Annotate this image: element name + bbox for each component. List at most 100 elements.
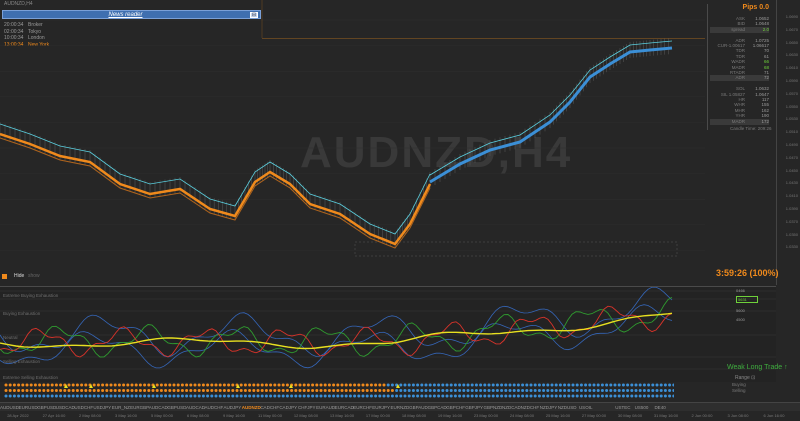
symbol-button[interactable]: US500 bbox=[632, 403, 651, 411]
symbol-button[interactable]: DE40 bbox=[651, 403, 670, 411]
signal-dot bbox=[399, 389, 403, 392]
signal-dot bbox=[353, 394, 357, 398]
price-plot bbox=[0, 0, 705, 257]
signal-dot bbox=[458, 389, 462, 392]
symbol-button[interactable]: CADCHF bbox=[260, 403, 279, 411]
signal-dot bbox=[575, 389, 579, 392]
signal-dot bbox=[554, 383, 558, 387]
signal-dot bbox=[655, 389, 659, 392]
signal-dot bbox=[130, 394, 134, 398]
symbol-button[interactable]: EURJPY bbox=[372, 403, 391, 411]
symbol-button[interactable]: EURAUD bbox=[316, 403, 335, 411]
signal-dot bbox=[437, 394, 441, 398]
signal-dot bbox=[92, 389, 96, 392]
subwindow-label: Extreme Buying Exhaustion bbox=[3, 293, 59, 298]
symbol-button[interactable]: USDCHF bbox=[74, 403, 93, 411]
symbol-button[interactable]: GBPCAD bbox=[428, 403, 447, 411]
symbol-button[interactable]: GBPNZD bbox=[483, 403, 502, 411]
signal-dot bbox=[449, 389, 453, 392]
signal-dot bbox=[348, 383, 352, 387]
symbol-button[interactable]: USDCAD bbox=[56, 403, 75, 411]
signal-dot bbox=[567, 389, 571, 392]
symbol-button[interactable]: EURGBP bbox=[130, 403, 149, 411]
time-tick: 17 May 00:00 bbox=[365, 413, 391, 418]
signal-dot bbox=[579, 383, 583, 387]
symbol-button[interactable]: AUDCAD bbox=[186, 403, 205, 411]
signal-dot bbox=[269, 389, 273, 392]
signal-dot bbox=[71, 383, 75, 387]
signal-dot bbox=[567, 383, 571, 387]
signal-dot bbox=[138, 394, 142, 398]
symbol-button[interactable]: EURCHF bbox=[353, 403, 372, 411]
signal-dot bbox=[407, 389, 411, 392]
signal-dot bbox=[470, 383, 474, 387]
symbol-button[interactable]: AUDNZD bbox=[242, 403, 261, 411]
symbol-button[interactable]: AUDUSD bbox=[0, 403, 19, 411]
signal-dot bbox=[407, 383, 411, 387]
signal-dot bbox=[4, 383, 8, 387]
symbol-button[interactable]: GBPUSD bbox=[37, 403, 56, 411]
signal-dot bbox=[609, 383, 613, 387]
symbol-button[interactable]: USTEC bbox=[614, 403, 633, 411]
signal-dot bbox=[164, 394, 168, 398]
signal-dot bbox=[483, 389, 487, 392]
symbol-button[interactable]: EURNZD bbox=[390, 403, 409, 411]
signal-dot bbox=[432, 389, 436, 392]
signal-dot bbox=[348, 389, 352, 392]
signal-dot bbox=[521, 389, 525, 392]
signal-dot bbox=[659, 389, 663, 392]
signal-dot bbox=[655, 383, 659, 387]
time-tick: 3 May 16:00 bbox=[114, 413, 137, 418]
signal-dot bbox=[84, 394, 88, 398]
signal-dot bbox=[512, 394, 516, 398]
signal-dot bbox=[193, 383, 197, 387]
signal-dot bbox=[185, 383, 189, 387]
price-axis[interactable]: 1.0690 1.0670 1.0650 1.0630 1.0610 1.0590 1.05… bbox=[776, 0, 800, 285]
oscillator-subwindow[interactable]: Extreme Buying Exhaustion Buying Exhausti… bbox=[0, 286, 776, 382]
signal-dot bbox=[189, 389, 193, 392]
signal-dot bbox=[567, 394, 571, 398]
signal-dot bbox=[197, 383, 201, 387]
symbol-button[interactable]: GBPCHF bbox=[446, 403, 465, 411]
signal-dot bbox=[403, 383, 407, 387]
signal-dot bbox=[117, 389, 121, 392]
symbol-button[interactable]: USOIL bbox=[576, 403, 595, 411]
symbol-button[interactable]: USDJPY bbox=[93, 403, 112, 411]
signal-dot bbox=[500, 389, 504, 392]
symbol-button[interactable]: EUR_NZ bbox=[112, 403, 131, 411]
signal-dot bbox=[29, 383, 33, 387]
symbol-button[interactable]: GBPUSD bbox=[167, 403, 186, 411]
signal-dot bbox=[466, 383, 470, 387]
signal-dot bbox=[147, 389, 151, 392]
signal-dot bbox=[584, 394, 588, 398]
signal-dot bbox=[344, 389, 348, 392]
signal-dot bbox=[378, 383, 382, 387]
signal-dot bbox=[382, 389, 386, 392]
signal-dot bbox=[491, 389, 495, 392]
symbol-button[interactable]: AUDJPY bbox=[223, 403, 242, 411]
main-chart[interactable]: AUDNZD,H4 News reader ⊟ 20:00:34 Broker 02… bbox=[0, 0, 800, 285]
symbol-button[interactable]: EURUSD bbox=[19, 403, 38, 411]
symbol-button[interactable]: NZDCAD bbox=[502, 403, 521, 411]
symbol-button[interactable]: EURCAD bbox=[335, 403, 354, 411]
symbol-button[interactable]: CHFJPY bbox=[298, 403, 317, 411]
signal-dot bbox=[386, 383, 390, 387]
signal-dot bbox=[155, 383, 159, 387]
signal-dot bbox=[399, 383, 403, 387]
symbol-button[interactable]: AUDCAD bbox=[149, 403, 168, 411]
symbol-button[interactable]: GBPJPY bbox=[465, 403, 484, 411]
symbol-button[interactable]: AUDCHF bbox=[205, 403, 224, 411]
signal-dot bbox=[185, 394, 189, 398]
symbol-button[interactable]: NZDUSD bbox=[558, 403, 577, 411]
signal-dot bbox=[25, 389, 29, 392]
price-tick: 1.0410 bbox=[785, 193, 798, 199]
symbol-button[interactable]: CADJPY bbox=[279, 403, 298, 411]
signal-dot bbox=[42, 383, 46, 387]
level-tag: 4500 bbox=[736, 317, 745, 322]
hide-checkbox[interactable] bbox=[2, 274, 7, 279]
symbol-button[interactable]: GBPAUD bbox=[409, 403, 428, 411]
symbol-button[interactable]: NZDCHF bbox=[521, 403, 540, 411]
signal-dot bbox=[613, 389, 617, 392]
symbol-button[interactable]: NZDJPY bbox=[539, 403, 558, 411]
signal-dot bbox=[46, 389, 50, 392]
